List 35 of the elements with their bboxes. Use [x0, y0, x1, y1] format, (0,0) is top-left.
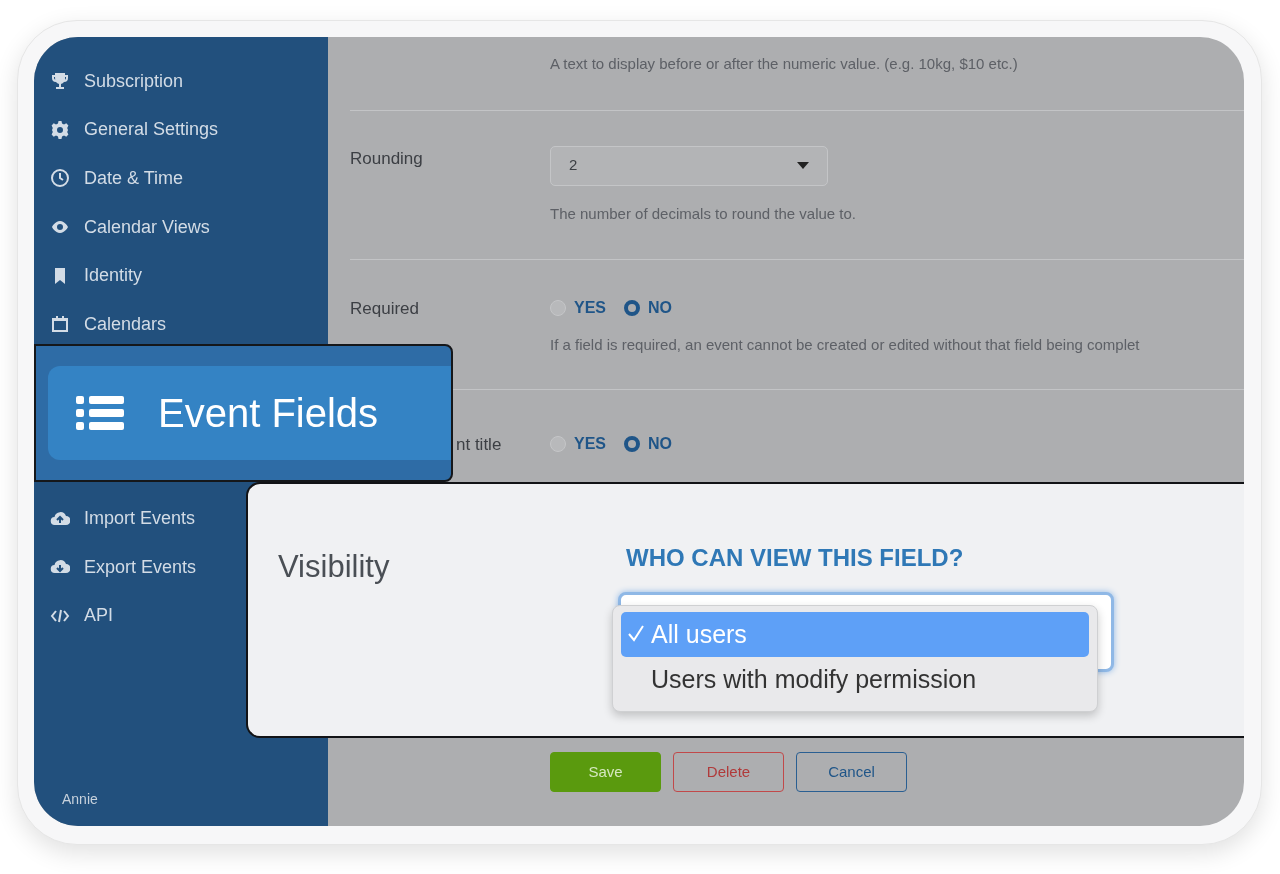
select-field[interactable]: 2 — [550, 145, 828, 186]
field-label: nt title — [456, 433, 503, 456]
field-label: Rounding — [350, 147, 424, 170]
cancel-button[interactable]: Cancel — [796, 752, 907, 792]
field-hint: The number of decimals to round the value to. — [550, 203, 856, 224]
radio-button[interactable] — [624, 300, 640, 316]
radio-label[interactable]: NO — [648, 431, 672, 456]
sidebar-item[interactable]: Date & Time — [84, 165, 184, 192]
caret-icon — [797, 162, 809, 171]
radio-label[interactable]: YES — [574, 431, 606, 456]
field-label: Visibility — [278, 548, 390, 586]
field-hint: If a field is required, an event cannot be created or edited without that field being complet — [550, 335, 1140, 355]
sidebar-item[interactable]: Subscription — [84, 67, 184, 95]
sidebar-item[interactable]: Import Events — [84, 505, 196, 533]
sidebar-item[interactable]: Identity — [84, 262, 143, 290]
field-heading: WHO CAN VIEW THIS FIELD? — [626, 543, 964, 573]
radio-label[interactable]: NO — [648, 296, 672, 320]
menu-item-highlight[interactable]: Event Fields — [48, 366, 451, 460]
check-icon — [627, 623, 645, 643]
sidebar-item[interactable]: Calendars — [84, 310, 167, 338]
sidebar-item[interactable]: API — [84, 602, 113, 630]
sidebar-item[interactable]: General Settings — [84, 116, 219, 144]
sidebar-item[interactable]: Calendar Views — [84, 213, 210, 241]
user-name: Annie — [61, 790, 99, 809]
gear-icon — [50, 119, 70, 140]
list-icon — [76, 395, 124, 431]
radio-label[interactable]: YES — [574, 296, 606, 320]
field-hint: A text to display before or after the numeric value. (e.g. 10kg, $10 etc.) — [550, 54, 1018, 74]
calendar-icon — [50, 314, 70, 335]
trophy-icon — [50, 71, 70, 92]
dropdown-option[interactable]: Users with modify permission — [621, 657, 1089, 702]
field-label: Required — [350, 298, 420, 320]
clock-icon — [50, 168, 70, 189]
radio-button[interactable] — [624, 435, 640, 452]
sidebar-item[interactable]: Export Events — [84, 553, 197, 581]
